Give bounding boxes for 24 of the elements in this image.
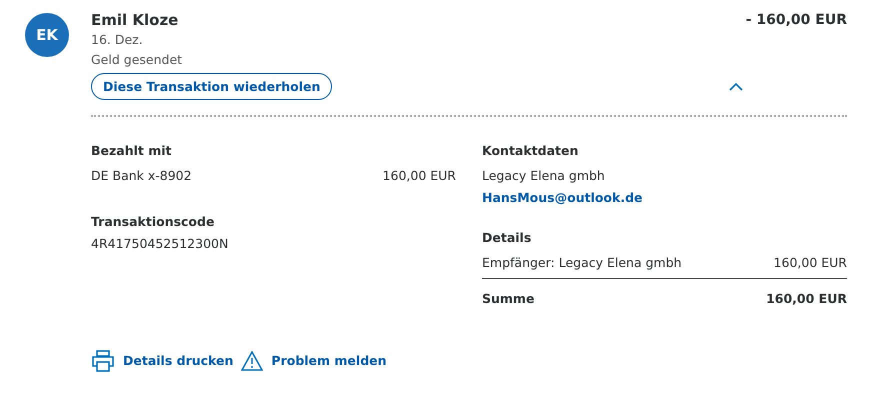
email-link[interactable]: HansMous@outlook.de [482,186,847,210]
transaction-status: Geld gesendet [91,51,184,69]
detail-label: Empfänger: Legacy Elena gmbh [482,254,682,272]
total-value: 160,00 EUR [766,290,847,308]
payment-amount: 160,00 EUR [382,167,456,185]
repeat-transaction-button[interactable]: Diese Transaktion wiederholen [91,73,332,100]
transaction-amount: - 160,00 EUR [746,11,847,30]
transaction-date: 16. Dez. [91,31,144,49]
payment-method: DE Bank x-8902 [91,167,192,185]
section-title: Kontaktdaten [482,142,580,160]
collapse-chevron-icon[interactable] [728,82,744,92]
section-title: Transaktionscode [91,213,216,231]
section-title: Details [482,229,532,247]
section-title: Bezahlt mit [91,142,173,160]
contact-name: Emil Kloze [91,10,180,30]
avatar: EK [25,13,69,57]
detail-value: 160,00 EUR [774,254,847,272]
printer-icon[interactable] [91,350,115,372]
warning-icon[interactable] [241,351,264,371]
contact-company: Legacy Elena gmbh [482,167,606,185]
action-link[interactable]: Details drucken [123,349,234,373]
total-label: Summe [482,290,534,308]
transaction-code: 4R41750452512300N [91,235,230,253]
action-link[interactable]: Problem melden [271,349,387,373]
